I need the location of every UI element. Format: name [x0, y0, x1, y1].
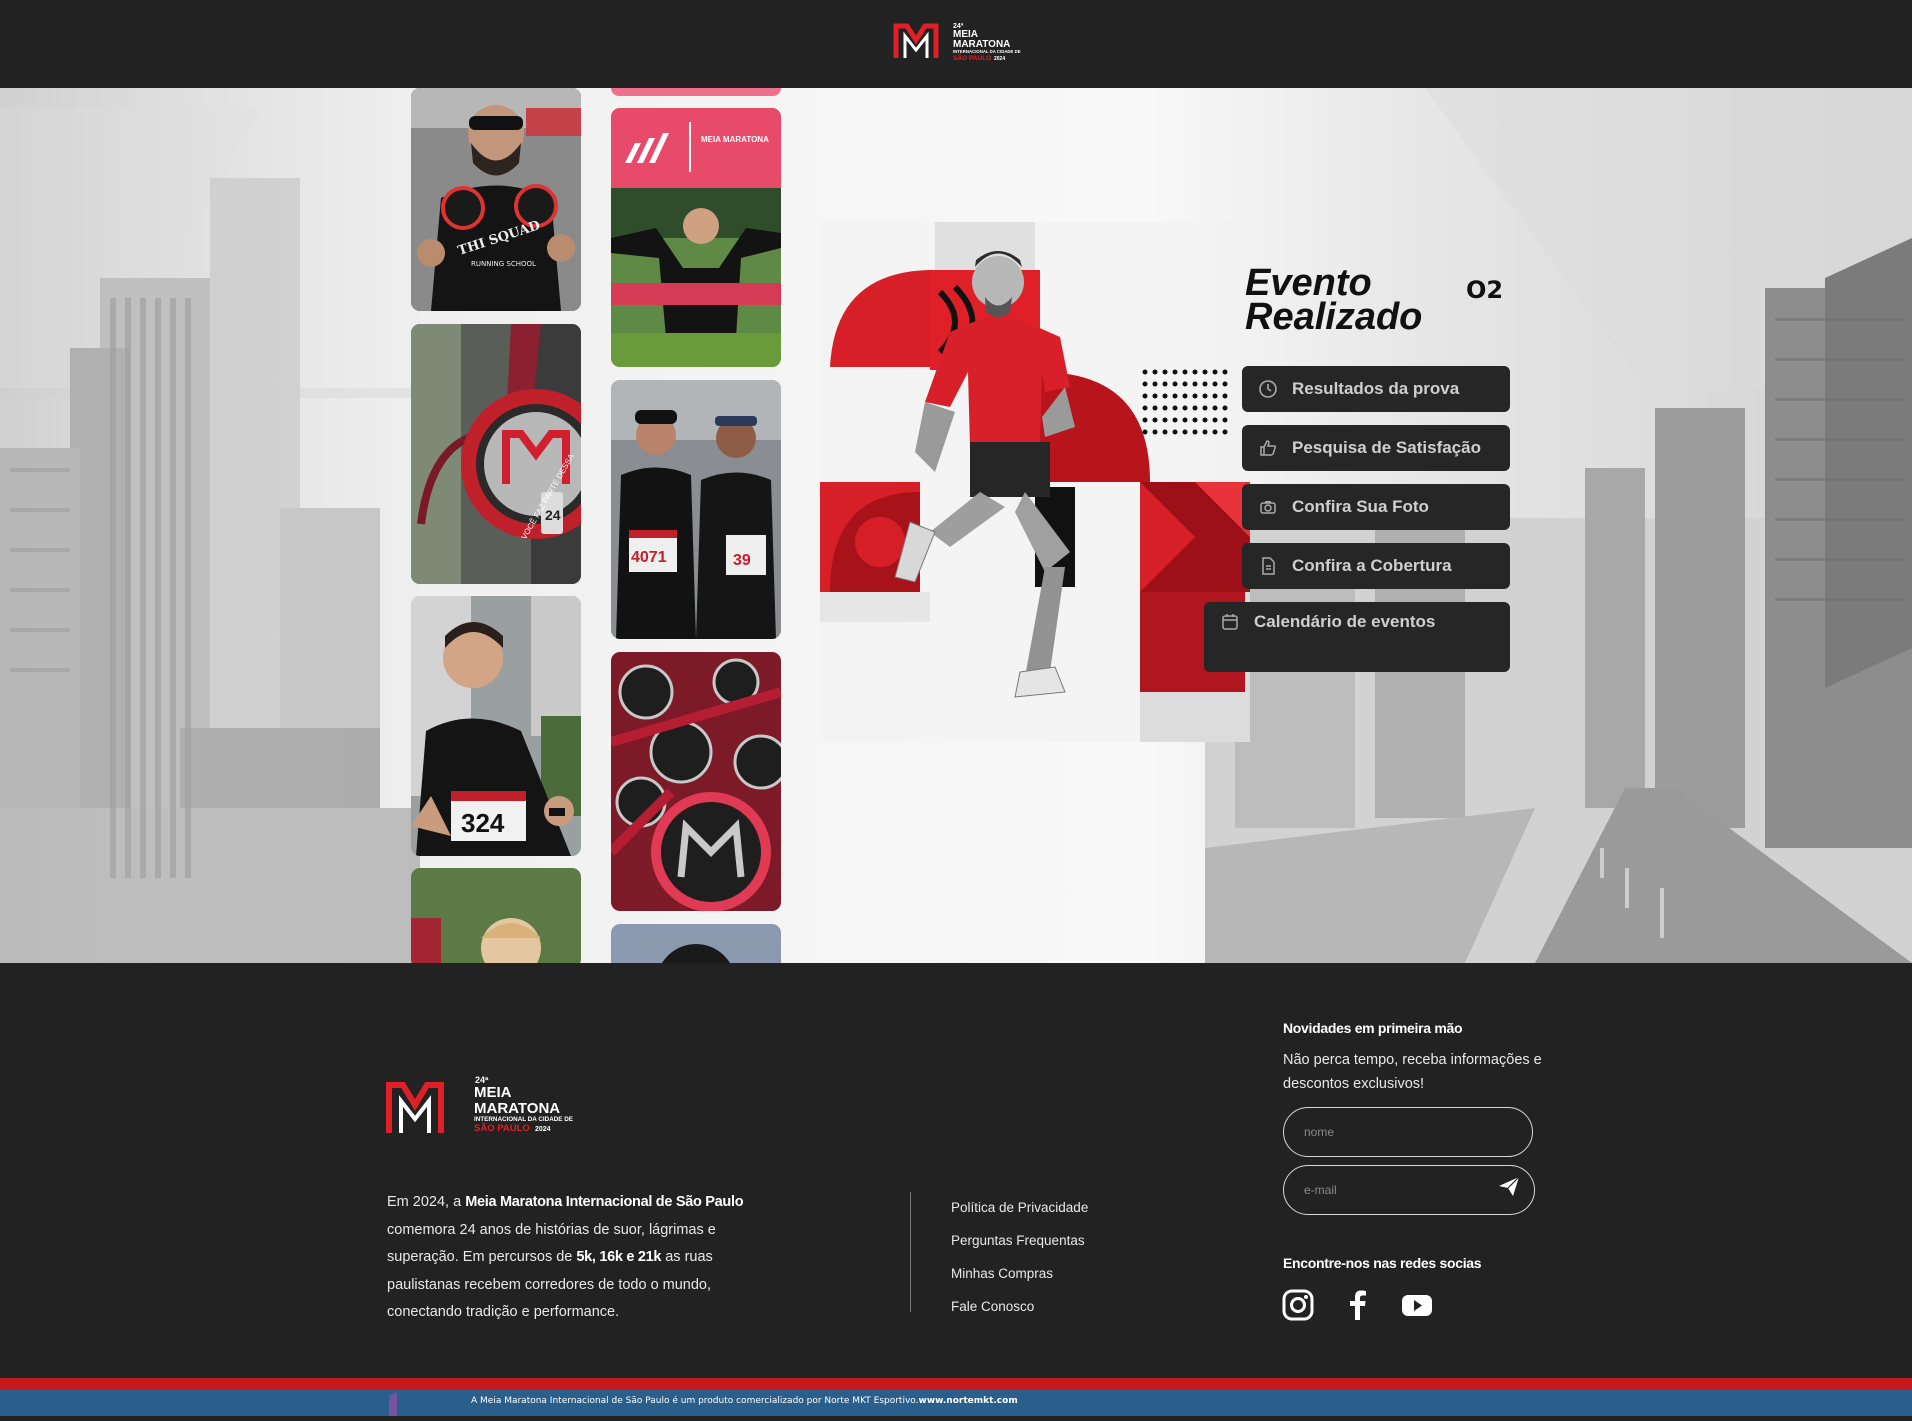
footer-logo-line3: INTERNACIONAL DA CIDADE DE	[474, 1116, 573, 1123]
legal-bar-logo	[385, 1390, 415, 1416]
coverage-button[interactable]: Confira a Cobertura	[1242, 543, 1510, 589]
footer-divider	[910, 1192, 911, 1312]
title-line-1: Evento	[1245, 262, 1372, 304]
gallery-photo-bottom-crop	[611, 924, 781, 963]
event-logo[interactable]: 24ª MEIA MARATONA INTERNACIONAL DA CIDAD…	[893, 18, 1028, 66]
logo-year: 2024	[994, 56, 1005, 62]
norte-mkt-link[interactable]: www.nortemkt.com	[919, 1396, 1018, 1406]
title-line-2: Realizado	[1245, 296, 1423, 338]
legal-text: A Meia Maratona Internacional de São Pau…	[471, 1396, 1018, 1406]
thumbs-up-icon	[1258, 438, 1278, 458]
results-button[interactable]: Resultados da prova	[1242, 366, 1510, 412]
survey-button[interactable]: Pesquisa de Satisfação	[1242, 425, 1510, 471]
about-bold-distances: 5k, 16k e 21k	[576, 1249, 662, 1265]
faq-link[interactable]: Perguntas Frequentas	[951, 1224, 1088, 1257]
footer-logo-line2: MARATONA	[474, 1100, 560, 1117]
legal-bar: A Meia Maratona Internacional de São Pau…	[0, 1390, 1912, 1416]
gallery-photo-finish-line: MEIA MARATONA	[611, 108, 781, 367]
instagram-icon[interactable]	[1281, 1288, 1315, 1322]
partner-text: O2	[1466, 276, 1504, 304]
about-text: Em 2024, a Meia Maratona Internacional d…	[387, 1194, 744, 1320]
social-title: Encontre-nos nas redes socias	[1283, 1255, 1482, 1271]
gallery-photo-woman	[411, 868, 581, 963]
bib-number-2: 39	[733, 552, 751, 569]
city-skyline-left	[0, 88, 420, 963]
results-button-label: Resultados da prova	[1292, 379, 1460, 398]
gallery-photo-top-crop	[611, 88, 781, 96]
logo-line4: SÃO PAULO	[953, 53, 991, 62]
footer-accent-bar	[0, 1378, 1912, 1390]
footer-logo[interactable]: 24ª MEIA MARATONA INTERNACIONAL DA CIDAD…	[385, 1073, 585, 1141]
runner-illustration	[820, 222, 1250, 742]
newsletter-text: Não perca tempo, receba informações e de…	[1283, 1052, 1542, 1092]
photo-button[interactable]: Confira Sua Foto	[1242, 484, 1510, 530]
contact-link[interactable]: Fale Conosco	[951, 1290, 1088, 1323]
coverage-button-label: Confira a Cobertura	[1292, 556, 1452, 575]
about-bold-name: Meia Maratona Internacional de São Paulo	[465, 1194, 744, 1210]
footer-logo-line4: SÃO PAULO	[474, 1123, 530, 1134]
shirt-subtext: RUNNING SCHOOL	[471, 260, 536, 268]
calendar-button[interactable]: Calendário de eventos	[1204, 602, 1510, 672]
banner-text: MEIA MARATONA	[701, 135, 769, 144]
footer-logo-year: 2024	[535, 1126, 551, 1133]
clock-icon	[1258, 379, 1278, 399]
calendar-button-label: Calendário de eventos	[1254, 612, 1436, 631]
site-header: 24ª MEIA MARATONA INTERNACIONAL DA CIDAD…	[0, 0, 1912, 88]
newsletter-title: Novidades em primeira mão	[1283, 1020, 1463, 1036]
o2-partner-logo: O2	[1466, 276, 1503, 304]
logo-line3: INTERNACIONAL DA CIDADE DE	[953, 49, 1021, 54]
site-footer: 24ª MEIA MARATONA INTERNACIONAL DA CIDAD…	[0, 963, 1912, 1378]
bib-number-1: 4071	[631, 549, 667, 566]
gallery-photo-runner-bib: 324	[411, 596, 581, 856]
gallery-photo-medal-closeup: 24 VOCÊ FAZ PARTE DESSA	[411, 324, 581, 584]
send-icon[interactable]	[1497, 1174, 1521, 1198]
name-field[interactable]	[1283, 1107, 1533, 1157]
facebook-icon[interactable]	[1341, 1288, 1375, 1322]
document-icon	[1258, 556, 1278, 576]
bib-number: 324	[461, 808, 505, 838]
my-purchases-link[interactable]: Minhas Compras	[951, 1257, 1088, 1290]
event-status-title: Evento Realizado	[1245, 262, 1475, 338]
photo-button-label: Confira Sua Foto	[1292, 497, 1429, 516]
calendar-icon	[1220, 612, 1240, 632]
footer-links: Política de Privacidade Perguntas Freque…	[951, 1191, 1088, 1323]
gallery-photo-medals-pile	[611, 652, 781, 911]
footer-logo-line1: MEIA	[474, 1084, 512, 1101]
privacy-policy-link[interactable]: Política de Privacidade	[951, 1191, 1088, 1224]
gallery-photo-runner-medal: THI SQUAD RUNNING SCHOOL	[411, 88, 581, 311]
gallery-photo-two-runners: 4071 39	[611, 380, 781, 639]
camera-icon	[1258, 497, 1278, 517]
medal-number: 24	[545, 507, 561, 523]
hero-section: THI SQUAD RUNNING SCHOOL 24 VOCÊ FAZ PAR…	[0, 88, 1912, 963]
survey-button-label: Pesquisa de Satisfação	[1292, 438, 1481, 457]
youtube-icon[interactable]	[1400, 1288, 1434, 1322]
